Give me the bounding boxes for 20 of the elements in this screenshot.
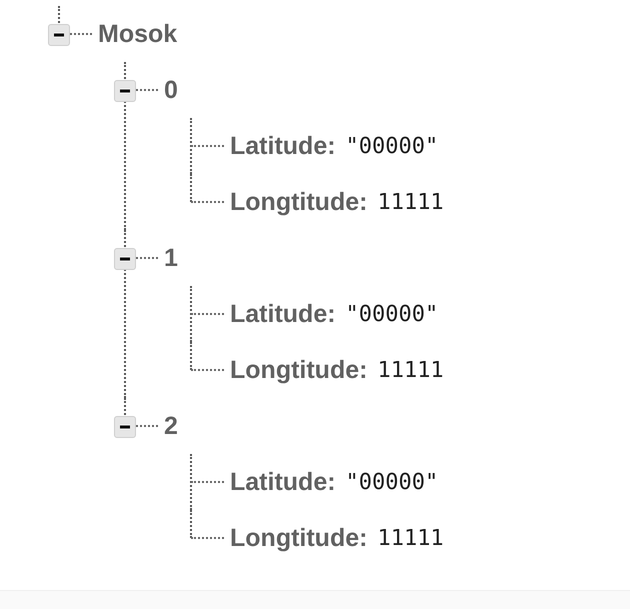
collapse-toggle[interactable]: [114, 248, 136, 270]
field-value: "00000": [346, 470, 438, 494]
field-key: Longtitude:: [230, 356, 368, 384]
field-value: 11111: [377, 358, 444, 382]
collapse-toggle[interactable]: [114, 416, 136, 438]
field-value: 11111: [377, 526, 444, 550]
field-value: 11111: [377, 190, 444, 214]
node-label[interactable]: 0: [164, 76, 178, 104]
field-key: Longtitude:: [230, 524, 368, 552]
field-value: "00000": [346, 134, 438, 158]
collapse-toggle[interactable]: [114, 80, 136, 102]
node-label[interactable]: 1: [164, 244, 178, 272]
field-key: Longtitude:: [230, 188, 368, 216]
node-label[interactable]: Mosok: [98, 20, 178, 48]
collapse-toggle[interactable]: [48, 24, 70, 46]
field-key: Latitude:: [230, 468, 336, 496]
node-label[interactable]: 2: [164, 412, 178, 440]
field-key: Latitude:: [230, 132, 336, 160]
field-value: "00000": [346, 302, 438, 326]
field-key: Latitude:: [230, 300, 336, 328]
